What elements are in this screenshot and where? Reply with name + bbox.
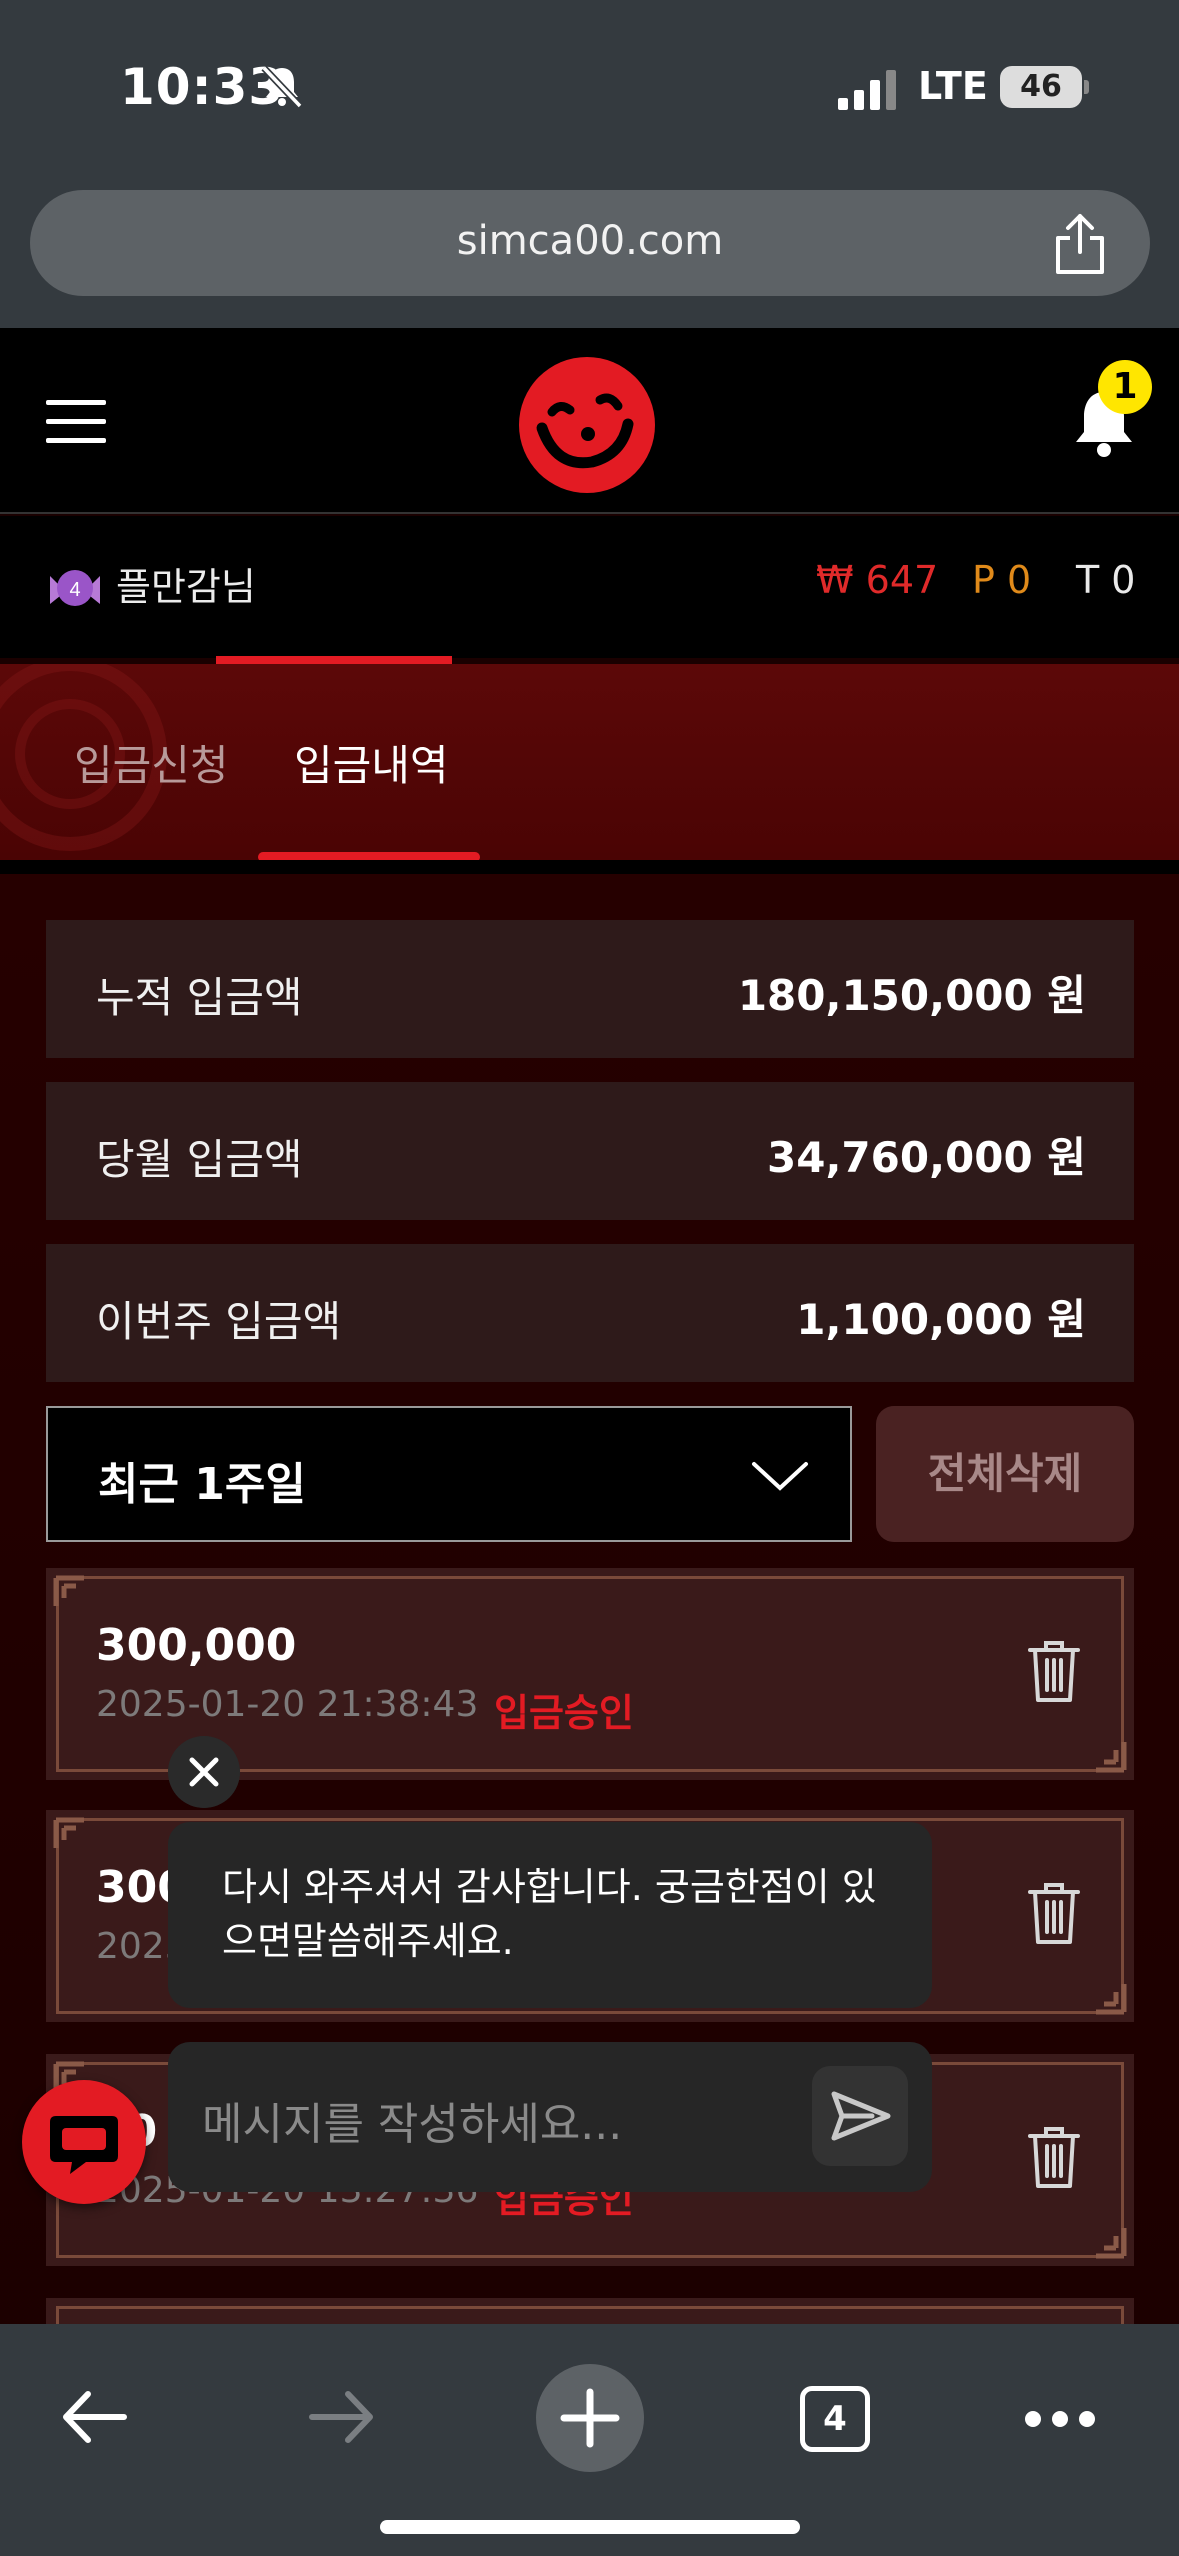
weekly-deposit-label: 이번주 입금액 [96, 1297, 342, 1346]
plus-icon [560, 2388, 620, 2448]
deposit-tabs: 입금신청 입금내역 [0, 664, 1179, 860]
chat-bubble-icon [50, 2116, 118, 2174]
more-icon[interactable] [1024, 2410, 1096, 2428]
corner-ornament [1096, 1984, 1127, 2015]
status-bar: 10:33 LTE 46 [0, 0, 1179, 180]
chat-input-box[interactable]: 메시지를 작성하세요... [168, 2042, 932, 2192]
send-icon [831, 2091, 891, 2141]
notification-badge: 1 [1098, 360, 1152, 414]
share-icon[interactable] [1050, 212, 1110, 276]
user-info-bar: 4 플만감님 ₩ 647 P 0 T 0 [0, 516, 1179, 658]
tab-deposit-request[interactable]: 입금신청 [74, 732, 229, 793]
forward-arrow-icon[interactable] [306, 2386, 378, 2448]
svg-text:4: 4 [69, 579, 80, 601]
signal-icon [838, 70, 896, 110]
tickets-balance[interactable]: T 0 [1076, 558, 1135, 602]
money-balance[interactable]: ₩ 647 [816, 558, 938, 602]
username: 플만감님 [116, 565, 256, 609]
menu-icon[interactable] [46, 400, 106, 444]
trash-icon[interactable] [1026, 1638, 1082, 1704]
send-button[interactable] [812, 2066, 908, 2166]
total-deposit-row: 누적 입금액 180,150,000 원 [46, 920, 1134, 1058]
site-header [0, 328, 1179, 514]
chat-message-text: 다시 와주셔서 감사합니다. 궁금한점이 있으면말씀해주세요. [222, 1865, 877, 1963]
browser-toolbar: simca00.com [0, 180, 1179, 328]
chat-input-placeholder[interactable]: 메시지를 작성하세요... [202, 2088, 622, 2152]
corner-ornament [1096, 1742, 1127, 1773]
monthly-deposit-value: 34,760,000 원 [767, 1133, 1086, 1182]
header-active-indicator [216, 656, 452, 664]
url-text[interactable]: simca00.com [30, 218, 1150, 264]
monthly-deposit-label: 당월 입금액 [96, 1135, 303, 1184]
delete-all-button[interactable]: 전체삭제 [876, 1406, 1134, 1542]
period-select-value: 최근 1주일 [98, 1459, 306, 1510]
site-logo[interactable] [512, 350, 662, 500]
back-arrow-icon[interactable] [58, 2386, 130, 2448]
divider [0, 860, 1179, 874]
silent-mode-icon [261, 65, 303, 109]
period-select[interactable]: 최근 1주일 [46, 1406, 852, 1542]
corner-ornament [53, 1817, 84, 1848]
chat-close-icon[interactable] [168, 1736, 240, 1808]
level-badge-icon: 4 [50, 570, 100, 606]
trash-icon[interactable] [1026, 2124, 1082, 2190]
tab-deposit-history[interactable]: 입금내역 [294, 732, 449, 793]
chat-launcher-button[interactable] [22, 2080, 146, 2204]
tabs-button[interactable]: 4 [800, 2386, 870, 2452]
chat-message-bubble: 다시 와주셔서 감사합니다. 궁금한점이 있으면말씀해주세요. [168, 1822, 932, 2008]
browser-bottom-bar: 4 [0, 2324, 1179, 2556]
weekly-deposit-value: 1,100,000 원 [796, 1295, 1086, 1344]
new-tab-button[interactable] [536, 2364, 644, 2472]
record-status: 입금승인 [494, 1691, 634, 1735]
home-indicator [380, 2520, 800, 2534]
corner-ornament [53, 1575, 84, 1606]
monthly-deposit-row: 당월 입금액 34,760,000 원 [46, 1082, 1134, 1220]
active-tab-indicator [258, 852, 480, 860]
weekly-deposit-row: 이번주 입금액 1,100,000 원 [46, 1244, 1134, 1382]
battery-icon: 46 [1000, 66, 1089, 108]
record-amount: 300,000 [96, 1620, 297, 1671]
trash-icon[interactable] [1026, 1880, 1082, 1946]
chevron-down-icon [752, 1462, 808, 1491]
network-type: LTE [918, 64, 988, 108]
address-bar[interactable]: simca00.com [30, 190, 1150, 296]
points-balance[interactable]: P 0 [972, 558, 1031, 602]
total-deposit-value: 180,150,000 원 [737, 971, 1086, 1020]
record-datetime: 2025-01-20 21:38:43 [96, 1684, 479, 1725]
total-deposit-label: 누적 입금액 [96, 973, 303, 1022]
corner-ornament [1096, 2228, 1127, 2259]
